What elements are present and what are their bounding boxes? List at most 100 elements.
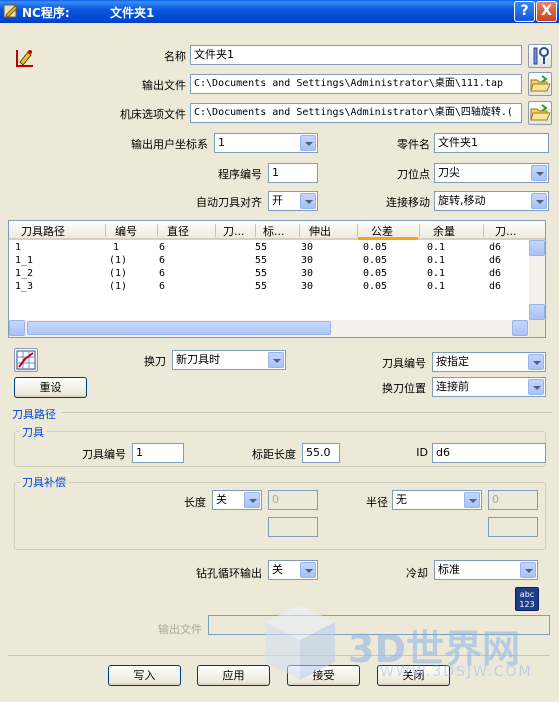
abc-icon-text: abc bbox=[519, 590, 535, 599]
cell-gauge: 55 bbox=[255, 268, 268, 279]
radius-label: 半径 bbox=[366, 496, 388, 509]
scroll-right-icon[interactable] bbox=[512, 320, 528, 336]
write-button[interactable]: 写入 bbox=[108, 665, 181, 686]
table-row[interactable]: 1 1 6 55 30 0.05 0.1 d6 bbox=[9, 242, 529, 255]
output-file-input[interactable]: C:\Documents and Settings\Administrator\… bbox=[190, 74, 522, 94]
horizontal-scrollbar[interactable] bbox=[9, 320, 529, 337]
accept-button[interactable]: 接受 bbox=[287, 665, 360, 686]
cell-toolpath: 1_1 bbox=[15, 255, 34, 266]
nc-program-icon bbox=[3, 4, 18, 18]
chevron-down-icon bbox=[520, 562, 536, 578]
vertical-scrollbar[interactable] bbox=[529, 240, 545, 320]
col-number[interactable]: 编号 bbox=[115, 223, 137, 239]
cell-thickness: 0.1 bbox=[427, 242, 446, 253]
toolpath-table[interactable]: 刀具路径 编号 直径 刀... 标... 伸出 公差 余量 刀... 1 1 6… bbox=[8, 220, 546, 338]
radius-extra-input[interactable] bbox=[488, 517, 538, 537]
cell-number: 1 bbox=[113, 242, 120, 253]
apply-button[interactable]: 应用 bbox=[197, 665, 270, 686]
auto-align-select[interactable]: 开 bbox=[268, 191, 318, 211]
tool-point-label: 刀位点 bbox=[397, 168, 430, 181]
link-move-value: 旋转,移动 bbox=[438, 194, 486, 207]
section-divider bbox=[62, 412, 552, 413]
col-tool-truncated[interactable]: 刀... bbox=[223, 223, 245, 239]
gauge-length-input[interactable]: 55.0 bbox=[302, 443, 340, 463]
tools-icon bbox=[533, 47, 549, 65]
scroll-left-icon[interactable] bbox=[9, 320, 25, 336]
cell-toolpath: 1_2 bbox=[15, 268, 34, 279]
chevron-down-icon bbox=[528, 379, 544, 395]
length-number-input[interactable]: 0 bbox=[268, 490, 318, 510]
col-thickness[interactable]: 余量 bbox=[433, 223, 455, 239]
chevron-down-icon bbox=[531, 165, 547, 181]
cell-tolerance: 0.05 bbox=[363, 281, 388, 292]
spell-check-button[interactable]: abc 123 bbox=[515, 587, 539, 611]
cell-diameter: 6 bbox=[159, 255, 166, 266]
properties-button[interactable] bbox=[528, 44, 552, 68]
program-no-input[interactable]: 1 bbox=[268, 163, 318, 183]
browse-output-button[interactable] bbox=[528, 72, 552, 96]
table-row[interactable]: 1_3 (1) 6 55 30 0.05 0.1 d6 bbox=[9, 281, 529, 294]
cell-tolerance: 0.05 bbox=[363, 242, 388, 253]
user-coord-select[interactable]: 1 bbox=[214, 133, 318, 153]
radius-select[interactable]: 无 bbox=[392, 490, 482, 510]
cell-overhang: 30 bbox=[301, 281, 314, 292]
window-title-app: NC程序: bbox=[22, 6, 70, 20]
scroll-down-icon[interactable] bbox=[529, 304, 545, 320]
id-input[interactable]: d6 bbox=[432, 443, 546, 463]
name-input[interactable]: 文件夹1 bbox=[190, 45, 522, 65]
col-diameter[interactable]: 直径 bbox=[167, 223, 189, 239]
chevron-down-icon bbox=[244, 492, 260, 508]
change-position-select[interactable]: 连接前 bbox=[432, 377, 546, 397]
change-position-value: 连接前 bbox=[436, 380, 469, 393]
toolpath-settings-button[interactable] bbox=[14, 348, 38, 372]
cell-thickness: 0.1 bbox=[427, 268, 446, 279]
help-button[interactable]: ? bbox=[514, 1, 535, 22]
length-select[interactable]: 关 bbox=[212, 490, 262, 510]
length-extra-input[interactable] bbox=[268, 517, 318, 537]
cell-toolpath: 1_3 bbox=[15, 281, 34, 292]
tool-number-value: 按指定 bbox=[436, 355, 469, 368]
table-row[interactable]: 1_1 (1) 6 55 30 0.05 0.1 d6 bbox=[9, 255, 529, 268]
machine-option-input[interactable]: C:\Documents and Settings\Administrator\… bbox=[190, 103, 522, 123]
link-move-select[interactable]: 旋转,移动 bbox=[434, 191, 549, 211]
link-move-label: 连接移动 bbox=[386, 196, 430, 209]
tool-no-input[interactable]: 1 bbox=[132, 443, 184, 463]
browse-machine-option-button[interactable] bbox=[528, 101, 552, 125]
drill-cycle-select[interactable]: 关 bbox=[268, 560, 318, 580]
col-overhang[interactable]: 伸出 bbox=[309, 223, 331, 239]
scroll-thumb[interactable] bbox=[27, 321, 331, 335]
table-row[interactable]: 1_2 (1) 6 55 30 0.05 0.1 d6 bbox=[9, 268, 529, 281]
length-label: 长度 bbox=[184, 496, 206, 509]
close-button[interactable]: X bbox=[536, 1, 557, 22]
cell-number: (1) bbox=[109, 268, 128, 279]
chevron-down-icon bbox=[531, 193, 547, 209]
scroll-up-icon[interactable] bbox=[529, 240, 545, 256]
radius-number-input[interactable]: 0 bbox=[488, 490, 538, 510]
tool-no-label: 刀具编号 bbox=[82, 448, 126, 461]
cell-tolerance: 0.05 bbox=[363, 268, 388, 279]
auto-align-label: 自动刀具对齐 bbox=[196, 196, 262, 209]
col-gauge-truncated[interactable]: 标... bbox=[263, 223, 285, 239]
cell-gauge: 55 bbox=[255, 255, 268, 266]
tool-number-select[interactable]: 按指定 bbox=[432, 352, 546, 372]
part-name-label: 零件名 bbox=[397, 138, 430, 151]
col-toolpath[interactable]: 刀具路径 bbox=[21, 223, 65, 239]
cell-toolid: d6 bbox=[489, 255, 502, 266]
chevron-down-icon bbox=[300, 193, 316, 209]
chevron-down-icon bbox=[464, 492, 480, 508]
length-value: 关 bbox=[216, 493, 227, 506]
cell-toolid: d6 bbox=[489, 268, 502, 279]
cell-number: (1) bbox=[109, 281, 128, 292]
tool-point-select[interactable]: 刀尖 bbox=[434, 163, 549, 183]
reset-button[interactable]: 重设 bbox=[14, 377, 87, 398]
close-dialog-button[interactable]: 关闭 bbox=[377, 665, 450, 686]
coolant-label: 冷却 bbox=[406, 567, 428, 580]
col-toolid-truncated[interactable]: 刀... bbox=[495, 223, 517, 239]
cell-overhang: 30 bbox=[301, 242, 314, 253]
radius-value: 无 bbox=[396, 493, 407, 506]
output-file-bottom-input[interactable] bbox=[208, 615, 550, 635]
part-name-input[interactable]: 文件夹1 bbox=[434, 133, 549, 153]
coolant-select[interactable]: 标准 bbox=[434, 560, 538, 580]
tool-change-select[interactable]: 新刀具时 bbox=[172, 350, 286, 370]
chevron-down-icon bbox=[268, 352, 284, 368]
